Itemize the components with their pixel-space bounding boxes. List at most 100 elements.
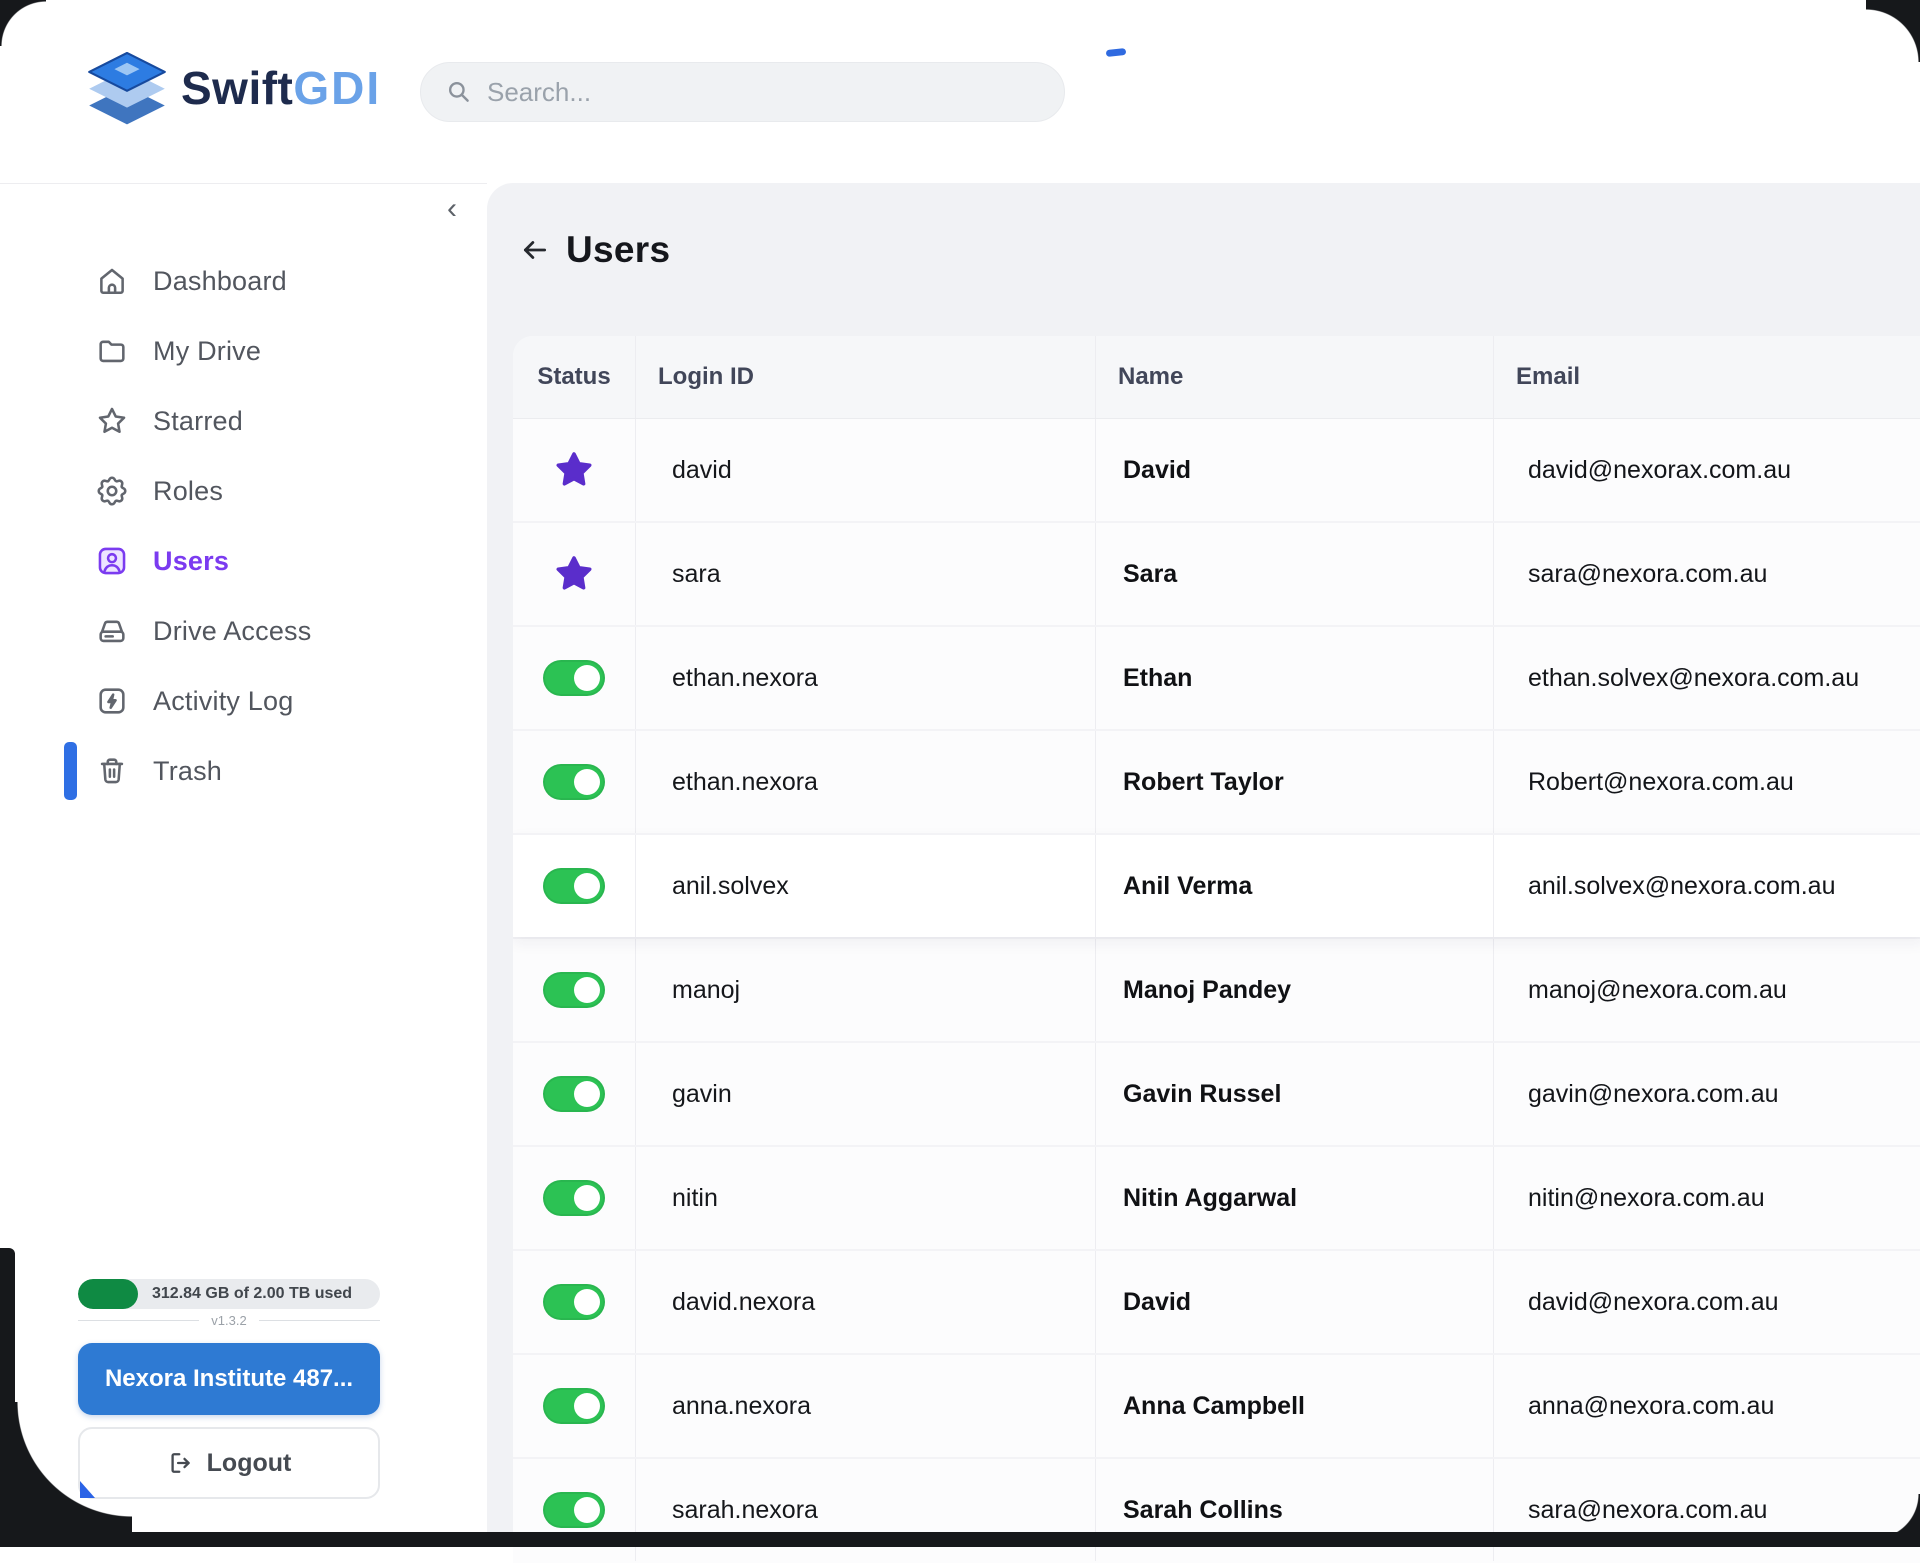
page-header: Users — [520, 223, 670, 277]
brand-name-primary: Swift — [181, 62, 293, 114]
status-cell — [513, 1043, 635, 1145]
name-cell: Sara — [1095, 523, 1493, 625]
cursor-artifact — [1106, 48, 1127, 57]
search-bar[interactable] — [420, 62, 1065, 122]
name-cell: Anil Verma — [1095, 835, 1493, 937]
status-toggle[interactable] — [543, 1180, 605, 1216]
name-cell: David — [1095, 419, 1493, 521]
email-cell: Robert@nexora.com.au — [1493, 731, 1920, 833]
name-cell: Robert Taylor — [1095, 731, 1493, 833]
home-icon — [95, 264, 129, 298]
page-title: Users — [566, 229, 670, 271]
status-toggle[interactable] — [543, 764, 605, 800]
user-icon — [95, 544, 129, 578]
login-id-cell: gavin — [635, 1043, 1095, 1145]
sidebar-item-starred[interactable]: Starred — [0, 386, 487, 456]
column-header-status: Status — [513, 336, 635, 418]
status-cell — [513, 939, 635, 1041]
status-cell — [513, 1147, 635, 1249]
table-row: david.nexoraDaviddavid@nexora.com.au — [513, 1249, 1920, 1353]
column-header-login-id: Login ID — [635, 336, 1095, 418]
toggle-knob — [574, 665, 600, 691]
sidebar-item-my-drive[interactable]: My Drive — [0, 316, 487, 386]
table-row: davidDaviddavid@nexorax.com.au — [513, 419, 1920, 521]
starred-status-icon[interactable] — [553, 553, 595, 595]
divider — [78, 1320, 199, 1321]
email-cell: gavin@nexora.com.au — [1493, 1043, 1920, 1145]
sidebar-item-trash[interactable]: Trash — [0, 736, 487, 806]
status-toggle[interactable] — [543, 660, 605, 696]
status-toggle[interactable] — [543, 1284, 605, 1320]
status-toggle[interactable] — [543, 1076, 605, 1112]
sidebar-item-users[interactable]: Users — [0, 526, 487, 596]
status-cell — [513, 1251, 635, 1353]
table-row: gavinGavin Russelgavin@nexora.com.au — [513, 1041, 1920, 1145]
sidebar-item-roles[interactable]: Roles — [0, 456, 487, 526]
logout-button[interactable]: Logout — [78, 1427, 380, 1499]
status-cell — [513, 523, 635, 625]
name-cell: Gavin Russel — [1095, 1043, 1493, 1145]
app-logo: SwiftGDI — [85, 50, 381, 126]
back-arrow-icon[interactable] — [520, 235, 550, 265]
brand-name: SwiftGDI — [181, 50, 381, 126]
toggle-knob — [574, 769, 600, 795]
main-panel: Users Status Login ID Name Email davidDa… — [487, 183, 1920, 1547]
sidebar: ‹ Dashboard My Drive StarredRolesUsers Driv… — [0, 183, 487, 1547]
email-cell: ethan.solvex@nexora.com.au — [1493, 627, 1920, 729]
logo-layers-icon — [85, 50, 169, 126]
sidebar-item-drive-access[interactable]: Drive Access — [0, 596, 487, 666]
search-icon — [445, 78, 473, 106]
login-id-cell: david.nexora — [635, 1251, 1095, 1353]
status-toggle[interactable] — [543, 972, 605, 1008]
sidebar-collapse-button[interactable]: ‹ — [447, 194, 457, 224]
table-row: nitinNitin Aggarwalnitin@nexora.com.au — [513, 1145, 1920, 1249]
activity-icon — [95, 684, 129, 718]
status-toggle[interactable] — [543, 1388, 605, 1424]
selection-artifact — [80, 1481, 95, 1498]
status-toggle[interactable] — [543, 1492, 605, 1528]
email-cell: david@nexora.com.au — [1493, 1251, 1920, 1353]
storage-usage-fill — [78, 1279, 138, 1309]
email-cell: sara@nexora.com.au — [1493, 1459, 1920, 1561]
sidebar-item-dashboard[interactable]: Dashboard — [0, 246, 487, 316]
status-toggle[interactable] — [543, 868, 605, 904]
star-icon — [95, 404, 129, 438]
sidebar-item-label: Activity Log — [153, 686, 293, 717]
table-header-row: Status Login ID Name Email — [513, 336, 1920, 419]
toggle-knob — [574, 1497, 600, 1523]
logout-icon — [167, 1449, 195, 1477]
toggle-knob — [574, 873, 600, 899]
name-cell: David — [1095, 1251, 1493, 1353]
table-row: ethan.nexoraEthanethan.solvex@nexora.com… — [513, 625, 1920, 729]
name-cell: Ethan — [1095, 627, 1493, 729]
column-header-name: Name — [1095, 336, 1493, 418]
name-cell: Nitin Aggarwal — [1095, 1147, 1493, 1249]
storage-usage-label: 312.84 GB of 2.00 TB used — [152, 1279, 374, 1309]
toggle-knob — [574, 1289, 600, 1315]
starred-status-icon[interactable] — [553, 449, 595, 491]
login-id-cell: manoj — [635, 939, 1095, 1041]
organization-button[interactable]: Nexora Institute 487... — [78, 1343, 380, 1415]
email-cell: anna@nexora.com.au — [1493, 1355, 1920, 1457]
sidebar-item-activity-log[interactable]: Activity Log — [0, 666, 487, 736]
email-cell: nitin@nexora.com.au — [1493, 1147, 1920, 1249]
table-row: manojManoj Pandeymanoj@nexora.com.au — [513, 937, 1920, 1041]
sidebar-item-label: My Drive — [153, 336, 261, 367]
email-cell: anil.solvex@nexora.com.au — [1493, 835, 1920, 937]
gear-icon — [95, 474, 129, 508]
table-row: ethan.nexoraRobert TaylorRobert@nexora.c… — [513, 729, 1920, 833]
email-cell: david@nexorax.com.au — [1493, 419, 1920, 521]
login-id-cell: ethan.nexora — [635, 627, 1095, 729]
search-input[interactable] — [485, 76, 1064, 109]
status-cell — [513, 419, 635, 521]
sidebar-item-label: Drive Access — [153, 616, 311, 647]
login-id-cell: ethan.nexora — [635, 731, 1095, 833]
brand-name-secondary: GDI — [293, 62, 381, 114]
email-cell: sara@nexora.com.au — [1493, 523, 1920, 625]
login-id-cell: anna.nexora — [635, 1355, 1095, 1457]
column-header-email: Email — [1493, 336, 1920, 418]
toggle-knob — [574, 977, 600, 1003]
table-row: saraSarasara@nexora.com.au — [513, 521, 1920, 625]
toggle-knob — [574, 1081, 600, 1107]
name-cell: Manoj Pandey — [1095, 939, 1493, 1041]
